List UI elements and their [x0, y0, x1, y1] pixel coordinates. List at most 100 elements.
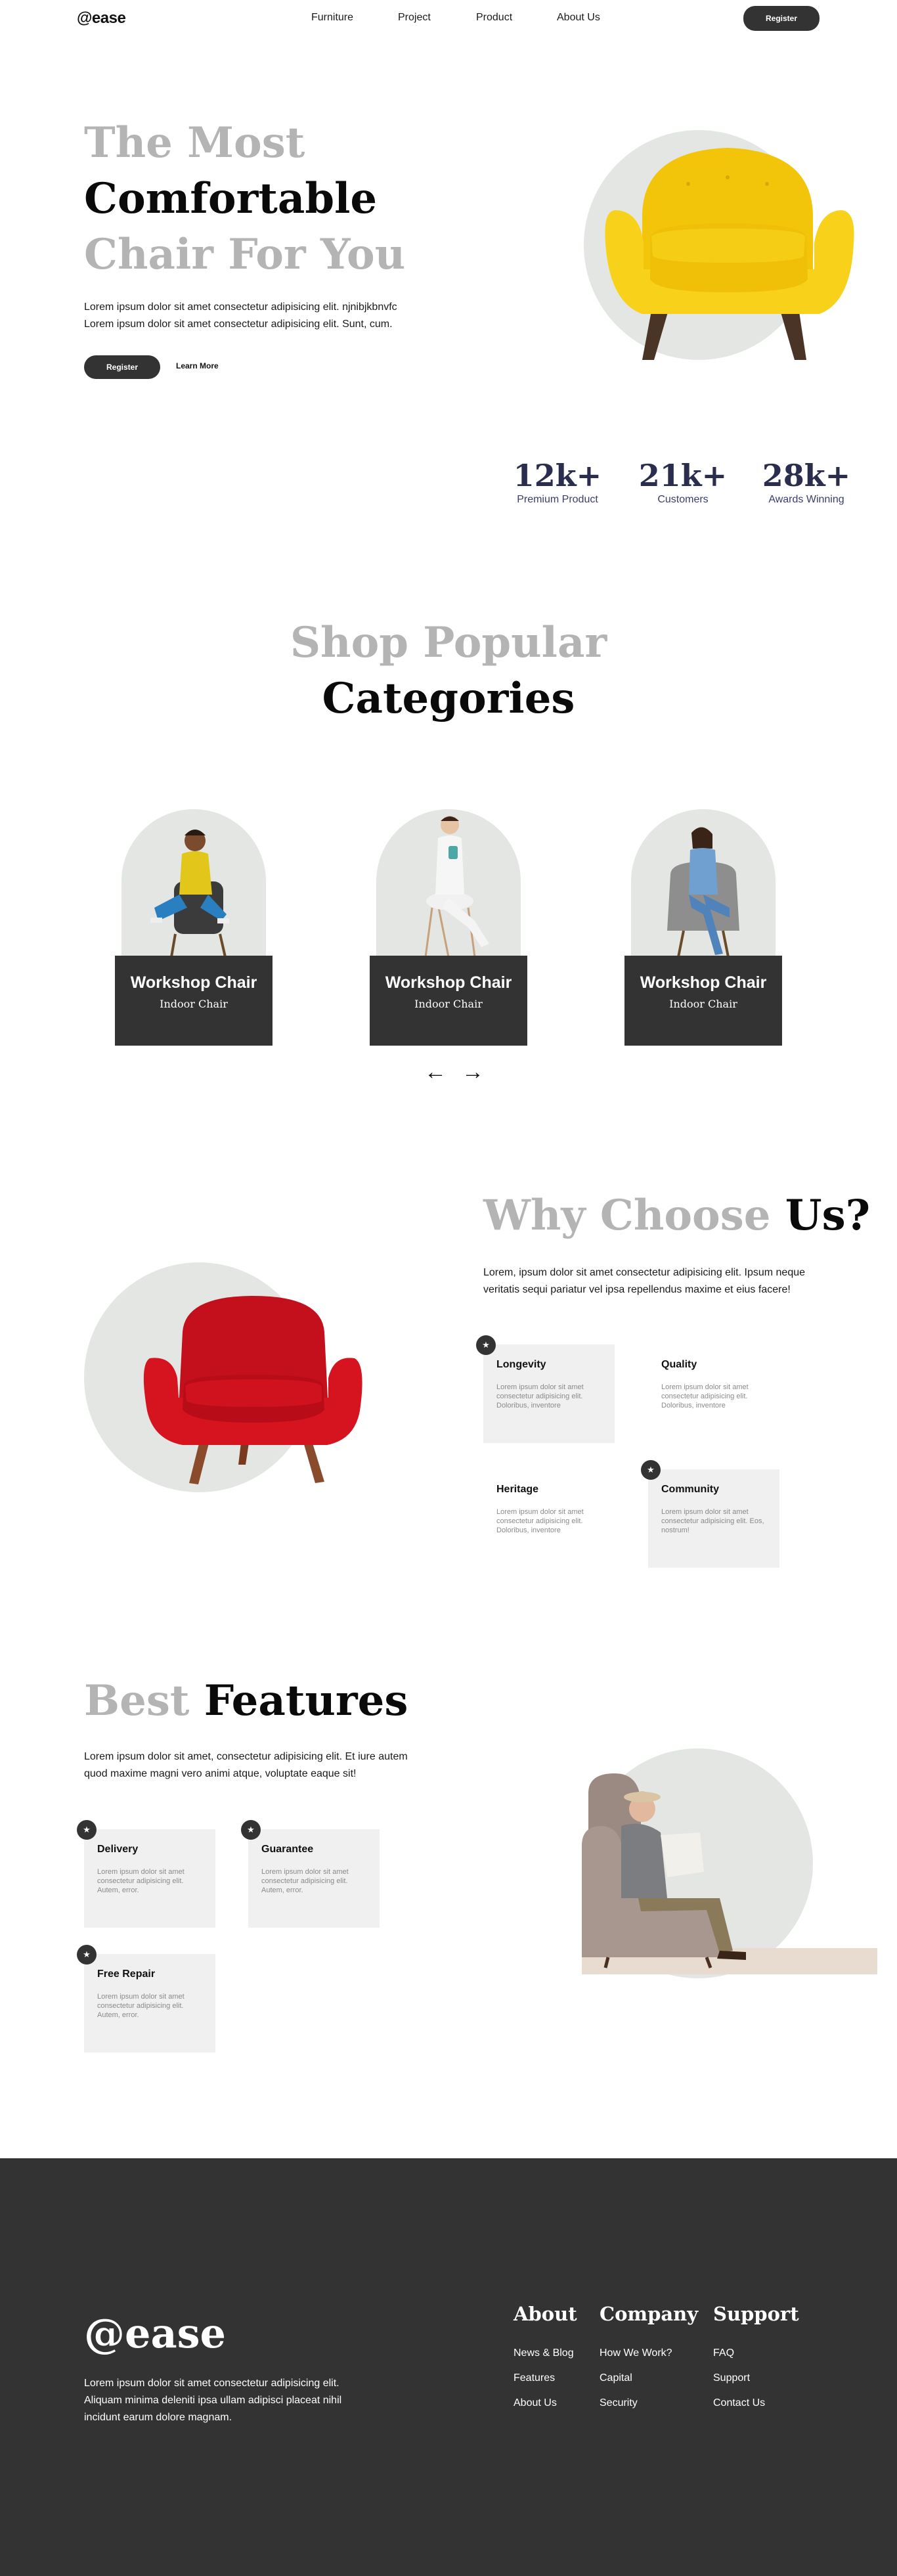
yellow-armchair-image	[605, 148, 854, 360]
nav-logo[interactable]: @ease	[77, 9, 126, 28]
category-card[interactable]: Workshop Chair Indoor Chair	[370, 809, 527, 1046]
nav-register-button[interactable]: Register	[743, 6, 820, 31]
stat-value: 21k+	[638, 458, 728, 493]
footer-column-head: Company	[600, 2303, 699, 2325]
why-description: Lorem, ipsum dolor sit amet consectetur …	[483, 1267, 806, 1295]
feature-card-community: ★ Community Lorem ipsum dolor sit amet c…	[641, 1460, 779, 1568]
feature-title: Heritage	[496, 1484, 539, 1495]
category-sub: Indoor Chair	[160, 998, 228, 1010]
category-arch-bg	[376, 809, 521, 964]
footer: @ease Lorem ipsum dolor sit amet consect…	[0, 2158, 897, 2576]
learn-more-link[interactable]: Learn More	[176, 361, 219, 370]
red-armchair-image	[143, 1296, 362, 1484]
category-name: Workshop Chair	[640, 973, 767, 992]
category-card[interactable]: Workshop Chair Indoor Chair	[624, 809, 782, 1046]
footer-link-news-blog[interactable]: News & Blog	[514, 2347, 577, 2359]
why-title-grey: Why Choose	[483, 1191, 771, 1240]
stat-customers: 21k+ Customers	[637, 457, 729, 506]
footer-description: Lorem ipsum dolor sit amet consectetur a…	[84, 2378, 342, 2423]
feature-title: Longevity	[496, 1359, 546, 1370]
nav-link-product[interactable]: Product	[476, 12, 512, 24]
feature-text: Lorem ipsum dolor sit amet consectetur a…	[661, 1508, 764, 1534]
footer-column-support: Support FAQ Support Contact Us	[713, 2303, 799, 2422]
feature-title: Guarantee	[261, 1844, 314, 1855]
footer-column-head: About	[514, 2303, 577, 2325]
hero-title-line2: Comfortable	[84, 174, 378, 223]
feature-card-quality: Quality Lorem ipsum dolor sit amet conse…	[648, 1344, 779, 1443]
stat-awards-winning: 28k+ Awards Winning	[760, 457, 852, 506]
why-title-black: Us?	[785, 1191, 871, 1240]
category-arch-bg	[631, 809, 776, 964]
feature-card-heritage: Heritage Lorem ipsum dolor sit amet cons…	[483, 1469, 615, 1568]
footer-column-company: Company How We Work? Capital Security	[600, 2303, 698, 2422]
hero-title: The Most Comfortable Chair For You	[84, 115, 405, 282]
feature-title: Delivery	[97, 1844, 139, 1855]
footer-link-features[interactable]: Features	[514, 2372, 577, 2384]
shop-title-grey: Shop Popular	[290, 618, 607, 667]
feature-card-free-repair: ★ Free Repair Lorem ipsum dolor sit amet…	[77, 1945, 215, 2053]
feature-text: Lorem ipsum dolor sit amet consectetur a…	[496, 1383, 584, 1410]
footer-logo[interactable]: @ease	[84, 2309, 226, 2357]
category-sub: Indoor Chair	[414, 998, 483, 1010]
feature-card-delivery: ★ Delivery Lorem ipsum dolor sit amet co…	[77, 1820, 215, 1928]
nav-link-project[interactable]: Project	[398, 12, 431, 24]
footer-link-about-us[interactable]: About Us	[514, 2397, 577, 2409]
hero-title-line1: The Most	[84, 118, 305, 167]
feature-title: Community	[661, 1484, 719, 1495]
hero-register-button[interactable]: Register	[84, 355, 160, 379]
hero-description: Lorem ipsum dolor sit amet consectetur a…	[84, 299, 426, 333]
star-icon: ★	[641, 1460, 661, 1480]
stat-label: Awards Winning	[768, 494, 844, 505]
star-icon: ★	[77, 1945, 97, 1965]
footer-link-contact-us[interactable]: Contact Us	[713, 2397, 799, 2409]
footer-link-capital[interactable]: Capital	[600, 2372, 698, 2384]
feature-text: Lorem ipsum dolor sit amet consectetur a…	[261, 1868, 349, 1894]
feature-card-guarantee: ★ Guarantee Lorem ipsum dolor sit amet c…	[241, 1820, 380, 1928]
stat-value: 12k+	[513, 458, 602, 493]
star-icon: ★	[476, 1335, 496, 1355]
category-name: Workshop Chair	[385, 973, 512, 992]
best-description: Lorem ipsum dolor sit amet, consectetur …	[84, 1751, 408, 1779]
footer-column-head: Support	[713, 2303, 799, 2325]
hero-title-line3: Chair For You	[84, 230, 406, 279]
star-icon: ★	[77, 1820, 97, 1840]
category-arch-bg	[121, 809, 266, 964]
feature-text: Lorem ipsum dolor sit amet consectetur a…	[97, 1868, 185, 1894]
feature-text: Lorem ipsum dolor sit amet consectetur a…	[97, 1993, 185, 2019]
best-title-black: Features	[204, 1676, 408, 1725]
category-label: Workshop Chair Indoor Chair	[115, 956, 273, 1046]
man-reading-in-armchair-image	[582, 1773, 877, 1974]
prev-arrow-icon[interactable]: ←	[424, 1061, 447, 1083]
feature-card-longevity: ★ Longevity Lorem ipsum dolor sit amet c…	[476, 1335, 615, 1443]
feature-title: Quality	[661, 1359, 697, 1370]
why-title: Why Choose Us?	[483, 1188, 870, 1243]
footer-link-support[interactable]: Support	[713, 2372, 799, 2384]
category-name: Workshop Chair	[130, 973, 257, 992]
best-title-grey: Best	[84, 1676, 190, 1725]
stat-label: Customers	[657, 494, 709, 505]
feature-text: Lorem ipsum dolor sit amet consectetur a…	[661, 1383, 749, 1410]
nav-link-furniture[interactable]: Furniture	[311, 12, 353, 24]
footer-link-security[interactable]: Security	[600, 2397, 698, 2409]
stat-premium-product: 12k+ Premium Product	[512, 457, 603, 506]
hero-desc-line1: Lorem ipsum dolor sit amet consectetur a…	[84, 301, 397, 313]
next-arrow-icon[interactable]: →	[462, 1061, 484, 1083]
shop-title-black: Categories	[322, 674, 575, 723]
hero-desc-line2: Lorem ipsum dolor sit amet consectetur a…	[84, 319, 393, 330]
top-nav: @ease Furniture Project Product About Us…	[0, 0, 897, 37]
stat-value: 28k+	[762, 458, 851, 493]
footer-link-faq[interactable]: FAQ	[713, 2347, 799, 2359]
category-label: Workshop Chair Indoor Chair	[370, 956, 527, 1046]
stat-label: Premium Product	[517, 494, 598, 505]
footer-link-how-we-work[interactable]: How We Work?	[600, 2347, 698, 2359]
person-in-chair-image	[150, 830, 229, 958]
nav-link-about-us[interactable]: About Us	[557, 12, 600, 24]
category-label: Workshop Chair Indoor Chair	[624, 956, 782, 1046]
feature-title: Free Repair	[97, 1968, 156, 1980]
feature-text: Lorem ipsum dolor sit amet consectetur a…	[496, 1508, 584, 1534]
person-in-chair-image	[667, 827, 739, 958]
person-in-chair-image	[424, 816, 489, 958]
best-title: Best Features	[84, 1673, 408, 1729]
footer-column-about: About News & Blog Features About Us	[514, 2303, 577, 2422]
category-card[interactable]: Workshop Chair Indoor Chair	[115, 809, 273, 1046]
